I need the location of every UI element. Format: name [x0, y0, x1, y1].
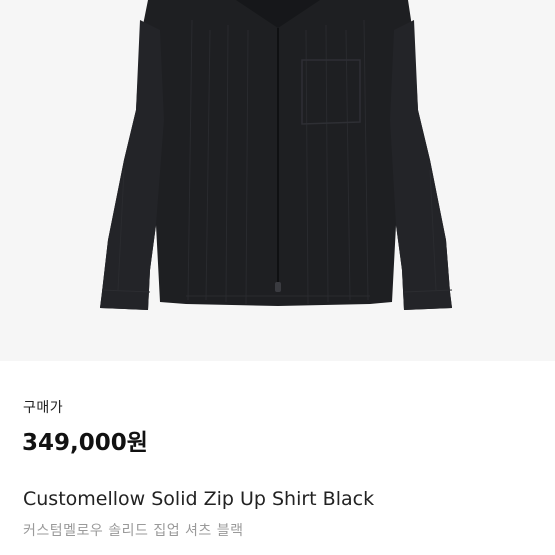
- shirt-illustration: [100, 0, 453, 310]
- left-sleeve: [100, 20, 164, 310]
- zipper-pull: [275, 282, 281, 292]
- price-caption: 구매가: [23, 400, 64, 416]
- product-price: 349,000원: [22, 430, 148, 456]
- product-name-en[interactable]: Customellow Solid Zip Up Shirt Black: [23, 488, 374, 510]
- product-name-ko: 커스텀멜로우 솔리드 집업 셔츠 블랙: [23, 523, 244, 539]
- product-image[interactable]: [0, 0, 555, 361]
- product-info: 구매가 349,000원 Customellow Solid Zip Up Sh…: [0, 361, 555, 555]
- right-sleeve: [390, 20, 452, 310]
